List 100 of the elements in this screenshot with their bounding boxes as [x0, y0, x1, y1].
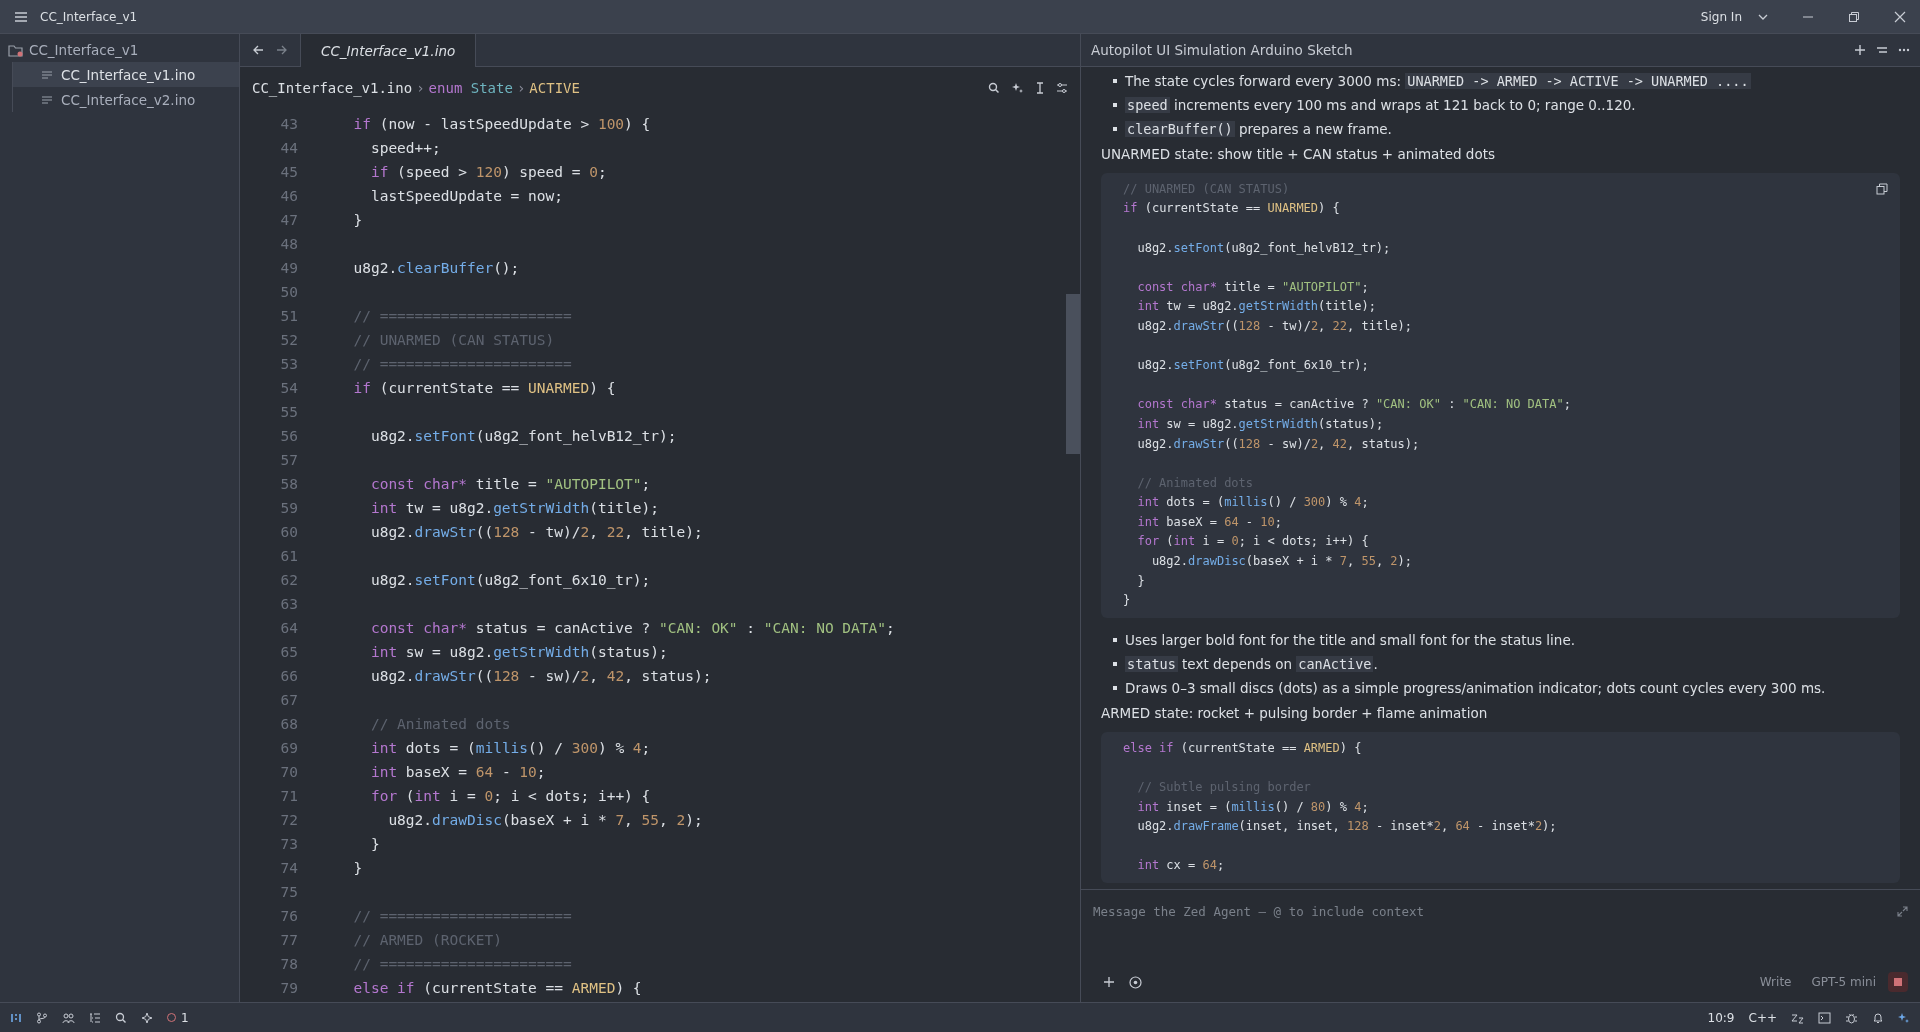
code-line: if (speed > 120) speed = 0;: [369, 164, 607, 180]
line-number: 70: [279, 764, 299, 780]
code-line: int cx = 64;: [1136, 858, 1225, 873]
line-number: 63: [279, 596, 299, 612]
line-number: 78: [279, 956, 299, 972]
code-line: if (now - lastSpeedUpdate > 100) {: [352, 116, 651, 132]
code-line: int dots = (millis() / 300) % 4;: [1136, 495, 1369, 510]
line-number: 43: [279, 116, 299, 132]
breadcrumb-separator: ›: [515, 80, 527, 96]
outline-icon[interactable]: [89, 1011, 101, 1024]
search-icon[interactable]: [115, 1011, 127, 1024]
close-icon[interactable]: [1894, 10, 1906, 23]
error-count[interactable]: 1: [167, 1010, 189, 1025]
code-line: u8g2.drawStr((128 - sw)/2, 42, status);: [369, 668, 712, 684]
line-number: 68: [279, 716, 299, 732]
code-line: // ======================: [352, 308, 572, 324]
sparkle-icon[interactable]: [141, 1011, 153, 1024]
line-number: 73: [279, 836, 299, 852]
bullet-icon: [1113, 103, 1117, 107]
line-number: 59: [279, 500, 299, 516]
breadcrumb-item[interactable]: enum State: [428, 80, 513, 96]
bullet-icon: [1113, 686, 1117, 691]
breadcrumb-item[interactable]: CC_Interface_v1.ino: [252, 80, 413, 96]
restore-icon[interactable]: [1848, 10, 1860, 23]
line-number: 58: [279, 476, 299, 492]
chevron-down-icon[interactable]: [1758, 13, 1768, 20]
breadcrumb-separator: ›: [415, 80, 426, 96]
sign-in-button[interactable]: Sign In: [1696, 7, 1746, 26]
line-number: 71: [279, 788, 299, 804]
code-line: u8g2.setFont(u8g2_font_helvB12_tr);: [1136, 240, 1391, 255]
section-heading: UNARMED state: show title + CAN status + animated dots: [1101, 145, 1496, 164]
sparkle-icon[interactable]: [1898, 1011, 1910, 1024]
line-number: 54: [279, 380, 299, 396]
line-number: 61: [279, 548, 299, 564]
code-line: u8g2.drawDisc(baseX + i * 7, 55, 2);: [1150, 554, 1413, 569]
line-number: 46: [279, 188, 299, 204]
line-number: 77: [279, 932, 299, 948]
expand-icon[interactable]: [1897, 906, 1908, 917]
more-icon[interactable]: [1898, 48, 1910, 52]
scrollbar-thumb[interactable]: [1066, 294, 1080, 454]
code-line: if (currentState == UNARMED) {: [352, 380, 616, 396]
project-root-label: CC_Interface_v1: [29, 42, 139, 58]
project-name[interactable]: CC_Interface_v1: [40, 9, 138, 24]
people-icon[interactable]: [62, 1011, 75, 1024]
terminal-icon[interactable]: [1818, 1011, 1831, 1024]
text-cursor-icon[interactable]: [1036, 82, 1044, 94]
bullet-text: status text depends on canActive.: [1125, 656, 1378, 673]
line-number: 52: [279, 332, 299, 348]
cursor-position[interactable]: 10:9: [1707, 1010, 1735, 1025]
code-line: for (int i = 0; i < dots; i++) {: [369, 788, 651, 804]
stop-button[interactable]: [1888, 972, 1908, 992]
code-line: else if (currentState == ARMED) {: [352, 980, 642, 996]
file-item[interactable]: CC_Interface_v1.ino: [12, 62, 239, 87]
code-line: int inset = (millis() / 80) % 4;: [1136, 799, 1369, 814]
mode-dropdown[interactable]: Write: [1751, 973, 1800, 991]
code-line: u8g2.drawStr((128 - tw)/2, 22, title);: [369, 524, 703, 540]
file-name: CC_Interface_v2.ino: [61, 91, 196, 108]
line-number: 66: [279, 668, 299, 684]
code-line: u8g2.drawFrame(inset, inset, 128 - inset*2, 64 - inset*2);: [1136, 819, 1557, 834]
sparkle-icon[interactable]: [1012, 82, 1024, 94]
code-line: else if (currentState == ARMED) {: [1123, 740, 1362, 755]
plus-icon[interactable]: [1103, 976, 1115, 988]
project-root[interactable]: CC_Interface_v1: [0, 38, 239, 62]
sleep-icon[interactable]: [1791, 1011, 1804, 1024]
bullet-text: speed increments every 100 ms and wraps at 121 back to 0; range 0..120.: [1125, 97, 1636, 113]
line-number: 67: [279, 692, 299, 708]
editor-tab[interactable]: CC_Interface_v1.ino: [300, 34, 477, 67]
code-line: const char* title = "AUTOPILOT";: [1136, 279, 1369, 294]
code-line: int baseX = 64 - 10;: [1136, 514, 1282, 529]
model-dropdown[interactable]: GPT-5 mini: [1803, 973, 1884, 991]
target-icon[interactable]: [1129, 975, 1142, 989]
branch-icon[interactable]: [36, 1011, 48, 1024]
message-input[interactable]: Message the Zed Agent — @ to include context: [1093, 900, 1887, 923]
line-number: 72: [279, 812, 299, 828]
bug-icon[interactable]: [1845, 1011, 1858, 1024]
line-number: 62: [279, 572, 299, 588]
code-line: u8g2.setFont(u8g2_font_6x10_tr);: [1136, 358, 1369, 373]
breadcrumb-item[interactable]: ACTIVE: [529, 80, 580, 96]
sliders-icon[interactable]: [1056, 82, 1068, 94]
search-icon[interactable]: [988, 82, 1000, 94]
bullet-icon: [1113, 638, 1117, 643]
back-arrow-icon[interactable]: [252, 44, 264, 56]
language-selector[interactable]: C++: [1748, 1010, 1777, 1025]
file-item[interactable]: CC_Interface_v2.ino: [12, 87, 239, 112]
menu-icon[interactable]: [14, 10, 28, 23]
code-line: }: [352, 212, 363, 228]
plus-icon[interactable]: [1854, 44, 1866, 56]
bullet-icon: [1113, 127, 1117, 131]
bullet-icon: [1113, 79, 1117, 83]
panel-icon[interactable]: [10, 1011, 22, 1024]
code-line: u8g2.drawStr((128 - sw)/2, 42, status);: [1136, 436, 1420, 451]
forward-arrow-icon[interactable]: [276, 44, 288, 56]
line-number: 49: [279, 260, 299, 276]
code-line: for (int i = 0; i < dots; i++) {: [1136, 534, 1369, 549]
copy-icon[interactable]: [1876, 183, 1888, 195]
code-line: int tw = u8g2.getStrWidth(title);: [369, 500, 659, 516]
code-line: int sw = u8g2.getStrWidth(status);: [1136, 416, 1384, 431]
code-line: const char* title = "AUTOPILOT";: [369, 476, 651, 492]
line-number: 53: [279, 356, 299, 372]
bell-icon[interactable]: [1872, 1011, 1884, 1024]
